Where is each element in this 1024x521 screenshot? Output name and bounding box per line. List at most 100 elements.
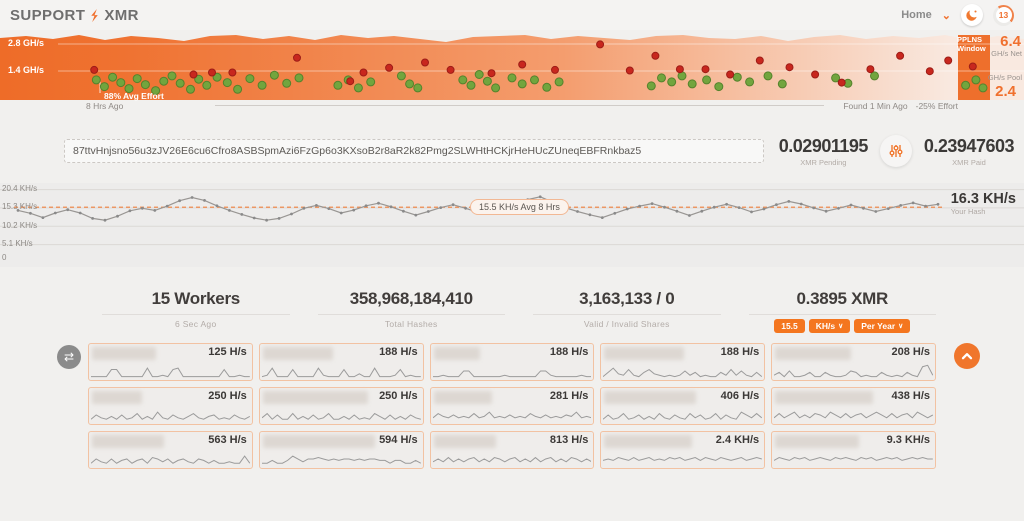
worker-sparkline <box>603 362 762 379</box>
pool-banner-chart <box>0 33 1024 100</box>
worker-name-redacted <box>604 391 696 404</box>
worker-name-redacted <box>775 347 851 360</box>
worker-hashrate: 188 H/s <box>379 346 418 358</box>
y-axis-tick: 10.2 KH/s <box>2 221 37 230</box>
chevron-down-icon: ∨ <box>838 322 843 330</box>
hashrate-chart: 20.4 KH/s15.3 KH/s10.2 KH/s5.1 KH/s0 15.… <box>0 183 1024 275</box>
worker-hashrate: 594 H/s <box>379 434 418 446</box>
y-axis-tick: 5.1 KH/s <box>2 239 33 248</box>
worker-sparkline <box>262 450 421 467</box>
workers-count: 15 Workers <box>88 289 304 309</box>
worker-card[interactable]: 188 H/s <box>600 343 765 381</box>
network-hashrate-label: GH/s Net <box>991 49 1022 58</box>
worker-hashrate: 188 H/s <box>550 346 589 358</box>
xmr-pending-value: 0.02901195 <box>779 136 868 157</box>
chevron-down-icon: ∨ <box>898 322 903 330</box>
worker-sparkline <box>262 406 421 423</box>
worker-card[interactable]: 250 H/s <box>259 387 424 425</box>
banner-tick-28: 2.8 GH/s <box>8 38 44 48</box>
banner-tick-14: 1.4 GH/s <box>8 65 44 75</box>
stat-earnings: 0.3895 XMR 15.5 KH/s∨ Per Year∨ <box>735 289 951 333</box>
current-hashrate-value: 16.3 KH/s <box>951 191 1016 207</box>
worker-name-redacted <box>434 391 492 404</box>
worker-card[interactable]: 438 H/s <box>771 387 936 425</box>
worker-sparkline <box>774 362 933 379</box>
worker-card[interactable]: 125 H/s <box>88 343 253 381</box>
refresh-workers-button[interactable]: ⇄ <box>57 345 81 369</box>
total-hashes-label: Total Hashes <box>304 319 520 329</box>
avg-effort-label: 88% Avg Effort <box>104 91 164 101</box>
worker-name-redacted <box>263 435 375 448</box>
worker-card[interactable]: 208 H/s <box>771 343 936 381</box>
wallet-address-input[interactable] <box>64 139 764 163</box>
worker-card[interactable]: 594 H/s <box>259 431 424 469</box>
sliders-icon <box>888 143 904 159</box>
worker-sparkline <box>433 450 592 467</box>
worker-card[interactable]: 813 H/s <box>430 431 595 469</box>
dark-mode-toggle[interactable] <box>961 4 983 26</box>
worker-card[interactable]: 188 H/s <box>430 343 595 381</box>
worker-card[interactable]: 563 H/s <box>88 431 253 469</box>
worker-card[interactable]: 188 H/s <box>259 343 424 381</box>
moon-icon <box>965 8 979 22</box>
worker-hashrate: 438 H/s <box>891 390 930 402</box>
notification-count: 13 <box>996 7 1012 23</box>
hashrate-chart-svg <box>0 183 1024 275</box>
worker-name-redacted <box>263 347 333 360</box>
earnings-value: 0.3895 XMR <box>735 289 951 309</box>
worker-hashrate: 125 H/s <box>208 346 247 358</box>
y-axis-tick: 0 <box>2 253 6 262</box>
nav-home-link[interactable]: Home <box>901 9 932 21</box>
payment-settings-button[interactable] <box>880 135 912 167</box>
worker-sparkline <box>91 406 250 423</box>
scroll-top-button[interactable] <box>954 343 980 369</box>
worker-name-redacted <box>263 391 368 404</box>
worker-sparkline <box>433 362 592 379</box>
network-hashrate-value: 6.4 <box>1000 33 1021 50</box>
worker-card[interactable]: 250 H/s <box>88 387 253 425</box>
pplns-window-label: PPLNS Window <box>957 36 987 53</box>
logo[interactable]: SUPPORT XMR <box>10 7 139 24</box>
worker-name-redacted <box>92 391 142 404</box>
avg-hashrate-pill: 15.5 KH/s Avg 8 Hrs <box>470 199 569 215</box>
chevron-up-icon <box>959 348 975 364</box>
banner-connector-line <box>215 105 824 106</box>
xmr-paid-block: 0.23947603 XMR Paid <box>924 136 1014 167</box>
worker-hashrate: 2.4 KH/s <box>716 434 759 446</box>
nav-caret-icon[interactable]: ⌄ <box>942 9 951 22</box>
refresh-icon: ⇄ <box>64 350 74 364</box>
address-row: 0.02901195 XMR Pending 0.23947603 XMR Pa… <box>64 135 1014 167</box>
worker-sparkline <box>603 406 762 423</box>
worker-card[interactable]: 281 H/s <box>430 387 595 425</box>
notification-badge[interactable]: 13 <box>993 5 1014 26</box>
workers-section: ⇄ 125 H/s 188 H/s 188 H/s 188 H/s 208 H/s 250… <box>0 343 1024 483</box>
worker-hashrate: 250 H/s <box>379 390 418 402</box>
worker-sparkline <box>91 450 250 467</box>
worker-hashrate: 813 H/s <box>550 434 589 446</box>
y-axis-tick: 20.4 KH/s <box>2 184 37 193</box>
worker-name-redacted <box>604 435 692 448</box>
hashrate-amount-button[interactable]: 15.5 <box>774 319 805 333</box>
worker-name-redacted <box>434 347 480 360</box>
xmr-pending-label: XMR Pending <box>779 158 868 167</box>
hashrate-unit-dropdown[interactable]: KH/s∨ <box>809 319 851 333</box>
worker-hashrate: 563 H/s <box>208 434 247 446</box>
shares-label: Valid / Invalid Shares <box>519 319 735 329</box>
pool-banner: 2.8 GH/s 1.4 GH/s 88% Avg Effort 8 Hrs A… <box>0 33 1024 113</box>
worker-hashrate: 188 H/s <box>721 346 760 358</box>
worker-card[interactable]: 2.4 KH/s <box>600 431 765 469</box>
worker-card[interactable]: 406 H/s <box>600 387 765 425</box>
worker-name-redacted <box>775 391 873 404</box>
worker-hashrate: 208 H/s <box>891 346 930 358</box>
worker-hashrate: 406 H/s <box>721 390 760 402</box>
worker-name-redacted <box>92 435 164 448</box>
worker-card[interactable]: 9.3 KH/s <box>771 431 936 469</box>
lightning-logo-icon <box>87 8 102 23</box>
worker-sparkline <box>91 362 250 379</box>
period-dropdown[interactable]: Per Year∨ <box>854 319 910 333</box>
stat-shares: 3,163,133 / 0 Valid / Invalid Shares <box>519 289 735 333</box>
current-hashrate-label: Your Hash <box>951 207 1016 216</box>
worker-sparkline <box>774 450 933 467</box>
current-effort-label: -25% Effort <box>916 101 958 111</box>
found-ago-label: Found 1 Min Ago <box>843 101 907 111</box>
